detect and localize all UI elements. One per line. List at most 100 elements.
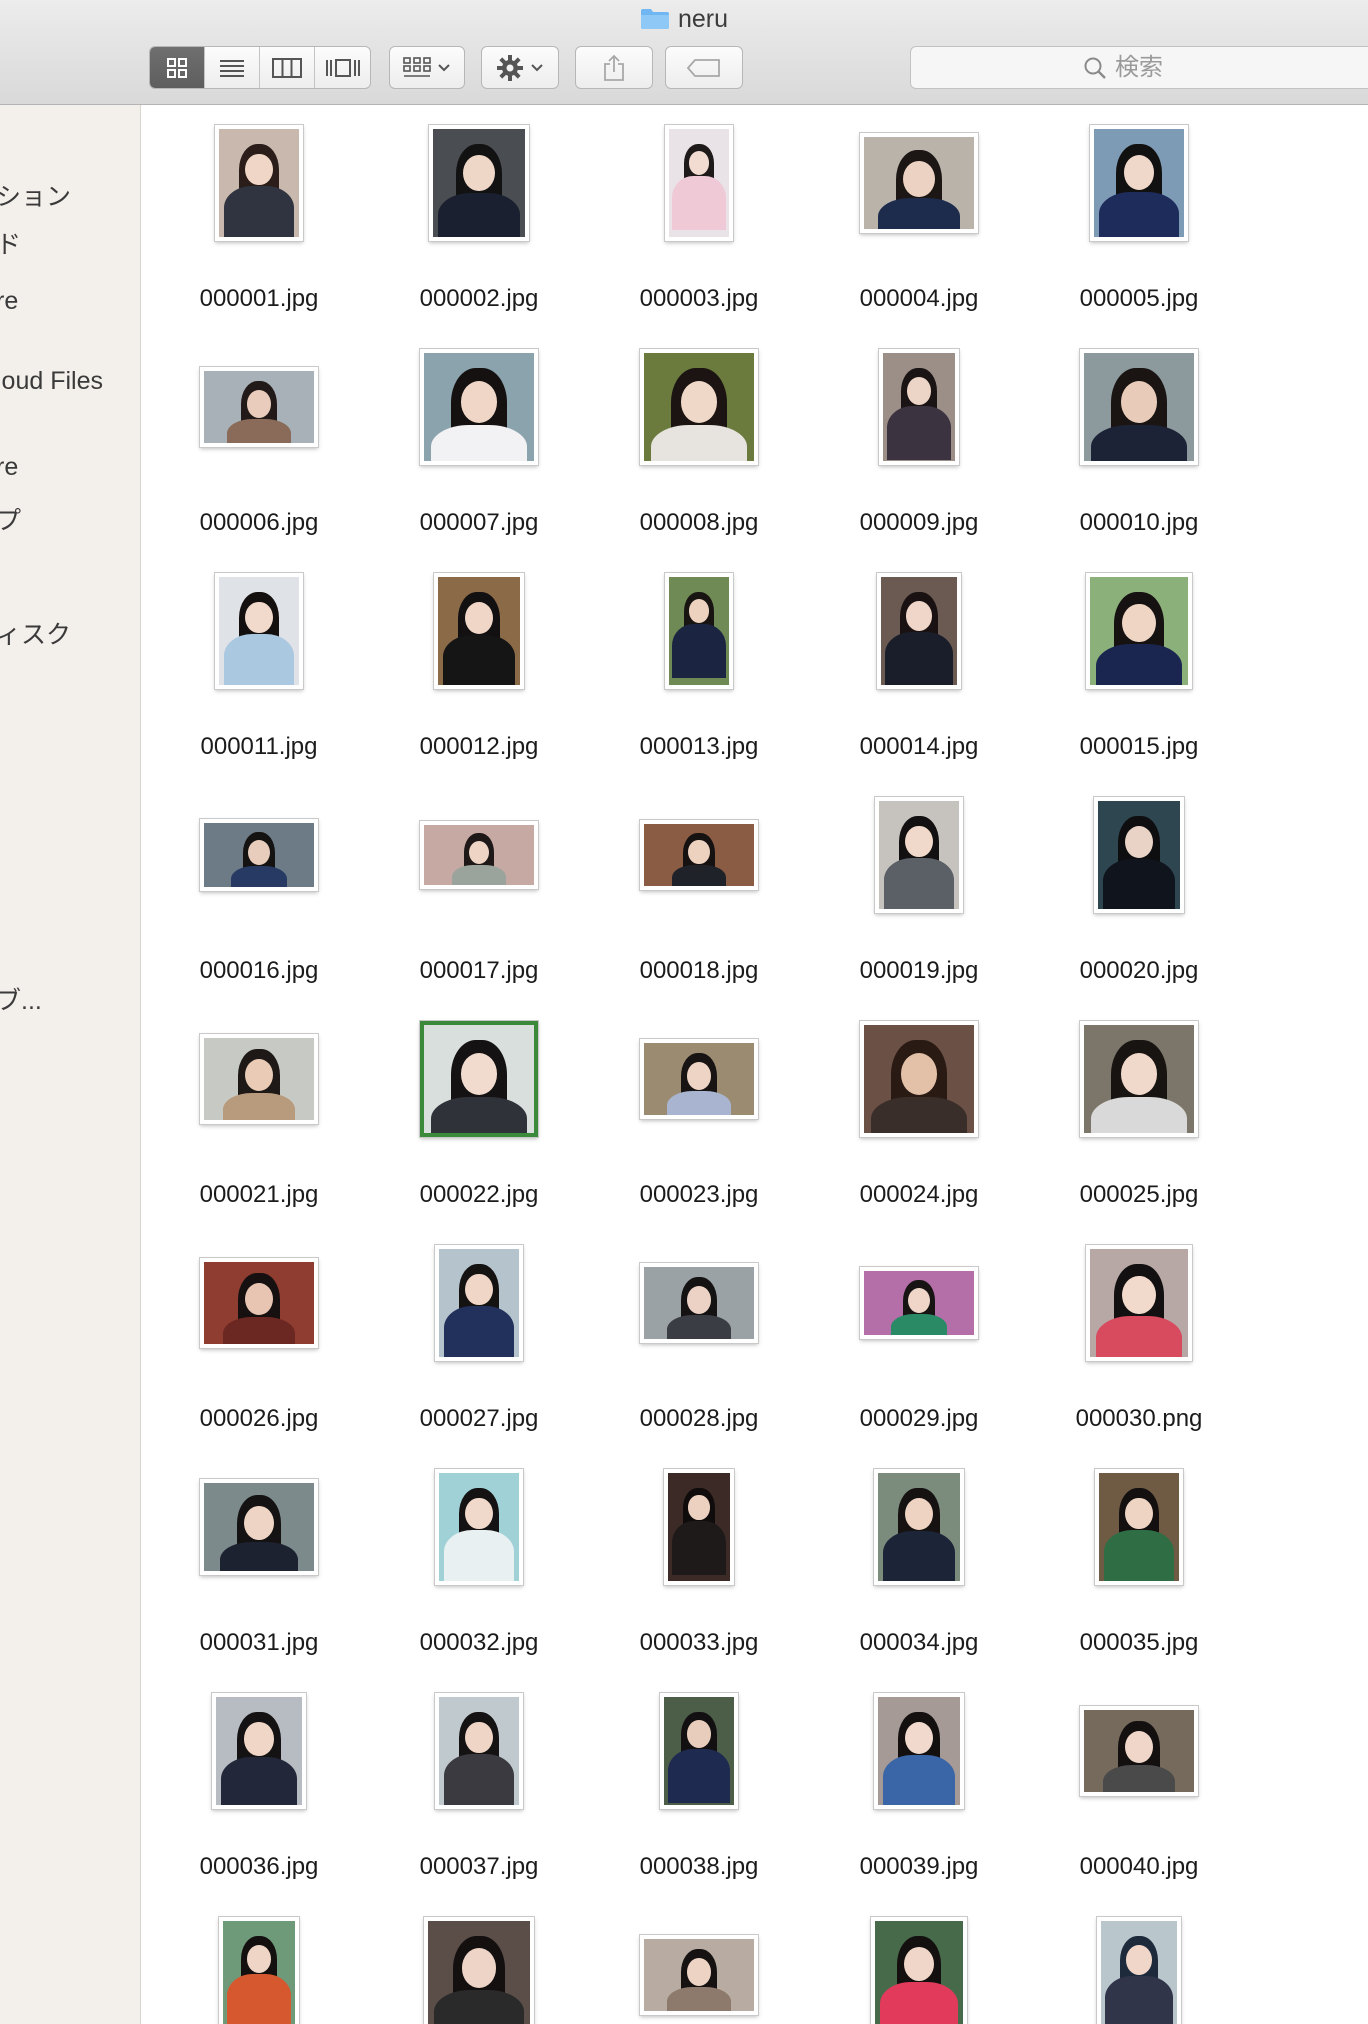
file-thumbnail[interactable] (424, 1917, 534, 2024)
file-item[interactable]: 000023.jpg (589, 1021, 809, 1221)
file-item[interactable]: 000013.jpg (589, 573, 809, 773)
file-thumbnail[interactable] (435, 1245, 523, 1361)
file-thumbnail[interactable] (435, 1693, 523, 1809)
file-item[interactable] (369, 1917, 589, 2024)
file-thumbnail[interactable] (640, 820, 758, 890)
arrange-button[interactable] (389, 46, 465, 89)
file-thumbnail[interactable] (200, 819, 318, 891)
file-item[interactable]: 000027.jpg (369, 1245, 589, 1445)
column-view-button[interactable] (260, 47, 315, 88)
file-item[interactable]: 000015.jpg (1029, 573, 1249, 773)
file-thumbnail[interactable] (664, 1469, 734, 1585)
file-thumbnail[interactable] (860, 1267, 978, 1339)
file-thumbnail[interactable] (1080, 349, 1198, 465)
file-thumbnail[interactable] (1090, 125, 1188, 241)
file-thumbnail[interactable] (434, 573, 524, 689)
file-thumbnail[interactable] (212, 1693, 306, 1809)
file-thumbnail[interactable] (219, 1917, 299, 2024)
file-thumbnail[interactable] (860, 133, 978, 233)
sidebar-item[interactable]: プ (0, 501, 21, 537)
file-thumbnail[interactable] (879, 349, 959, 465)
file-thumbnail[interactable] (1086, 573, 1192, 689)
file-item[interactable]: 000025.jpg (1029, 1021, 1249, 1221)
file-thumbnail[interactable] (215, 573, 303, 689)
file-thumbnail[interactable] (1094, 797, 1184, 913)
file-thumbnail[interactable] (1080, 1706, 1198, 1796)
sidebar-item[interactable]: ド (0, 225, 21, 261)
search-input[interactable] (1115, 53, 1235, 82)
file-thumbnail[interactable] (874, 1693, 964, 1809)
file-item[interactable]: 000008.jpg (589, 349, 809, 549)
file-thumbnail[interactable] (420, 821, 538, 889)
file-item[interactable]: 000035.jpg (1029, 1469, 1249, 1669)
sidebar-item[interactable]: re (0, 453, 18, 482)
gallery-view-button[interactable] (315, 47, 370, 88)
file-thumbnail[interactable] (215, 125, 303, 241)
file-thumbnail[interactable] (1095, 1469, 1183, 1585)
file-thumbnail[interactable] (420, 1021, 538, 1137)
file-item[interactable]: 000036.jpg (149, 1693, 369, 1893)
file-item[interactable]: 000010.jpg (1029, 349, 1249, 549)
file-item[interactable]: 000019.jpg (809, 797, 1029, 997)
file-thumbnail[interactable] (200, 1034, 318, 1124)
file-item[interactable]: 000007.jpg (369, 349, 589, 549)
file-item[interactable]: 000005.jpg (1029, 125, 1249, 325)
search-field[interactable] (910, 46, 1368, 89)
file-thumbnail[interactable] (1097, 1917, 1181, 2024)
file-item[interactable]: 000009.jpg (809, 349, 1029, 549)
file-thumbnail[interactable] (200, 1258, 318, 1348)
file-item[interactable]: 000022.jpg (369, 1021, 589, 1221)
file-thumbnail[interactable] (665, 125, 733, 241)
file-item[interactable]: 000006.jpg (149, 349, 369, 549)
file-thumbnail[interactable] (860, 1021, 978, 1137)
file-item[interactable]: 000021.jpg (149, 1021, 369, 1221)
file-thumbnail[interactable] (871, 1917, 967, 2024)
file-item[interactable]: 000026.jpg (149, 1245, 369, 1445)
sidebar-item[interactable]: ィスク (0, 615, 71, 651)
file-item[interactable] (809, 1917, 1029, 2024)
file-item[interactable]: 000012.jpg (369, 573, 589, 773)
file-item[interactable] (149, 1917, 369, 2024)
file-thumbnail[interactable] (665, 573, 733, 689)
action-button[interactable] (481, 46, 559, 89)
file-item[interactable]: 000014.jpg (809, 573, 1029, 773)
file-item[interactable]: 000040.jpg (1029, 1693, 1249, 1893)
file-item[interactable]: 000017.jpg (369, 797, 589, 997)
file-thumbnail[interactable] (875, 797, 963, 913)
file-item[interactable]: 000001.jpg (149, 125, 369, 325)
file-item[interactable]: 000031.jpg (149, 1469, 369, 1669)
file-item[interactable] (1029, 1917, 1249, 2024)
file-item[interactable]: 000016.jpg (149, 797, 369, 997)
sidebar-item[interactable]: loud Files (0, 367, 103, 396)
list-view-button[interactable] (205, 47, 260, 88)
file-item[interactable]: 000004.jpg (809, 125, 1029, 325)
file-item[interactable]: 000011.jpg (149, 573, 369, 773)
file-thumbnail[interactable] (200, 1479, 318, 1575)
sidebar-item[interactable]: re (0, 287, 18, 316)
file-item[interactable]: 000030.png (1029, 1245, 1249, 1445)
share-button[interactable] (575, 46, 653, 89)
file-thumbnail[interactable] (640, 1039, 758, 1119)
file-thumbnail[interactable] (874, 1469, 964, 1585)
tag-button[interactable] (665, 46, 743, 89)
file-item[interactable]: 000028.jpg (589, 1245, 809, 1445)
file-item[interactable]: 000038.jpg (589, 1693, 809, 1893)
file-thumbnail[interactable] (640, 349, 758, 465)
file-thumbnail[interactable] (877, 573, 961, 689)
file-thumbnail[interactable] (429, 125, 529, 241)
file-item[interactable]: 000037.jpg (369, 1693, 589, 1893)
file-item[interactable]: 000002.jpg (369, 125, 589, 325)
file-thumbnail[interactable] (1080, 1021, 1198, 1137)
file-item[interactable]: 000020.jpg (1029, 797, 1249, 997)
file-item[interactable]: 000039.jpg (809, 1693, 1029, 1893)
file-thumbnail[interactable] (200, 367, 318, 447)
file-item[interactable] (589, 1917, 809, 2024)
sidebar-item[interactable]: ブ... (0, 981, 42, 1017)
file-item[interactable]: 000034.jpg (809, 1469, 1029, 1669)
file-item[interactable]: 000029.jpg (809, 1245, 1029, 1445)
file-thumbnail[interactable] (1086, 1245, 1192, 1361)
file-thumbnail[interactable] (435, 1469, 523, 1585)
file-item[interactable]: 000003.jpg (589, 125, 809, 325)
file-thumbnail[interactable] (640, 1935, 758, 2015)
file-item[interactable]: 000032.jpg (369, 1469, 589, 1669)
